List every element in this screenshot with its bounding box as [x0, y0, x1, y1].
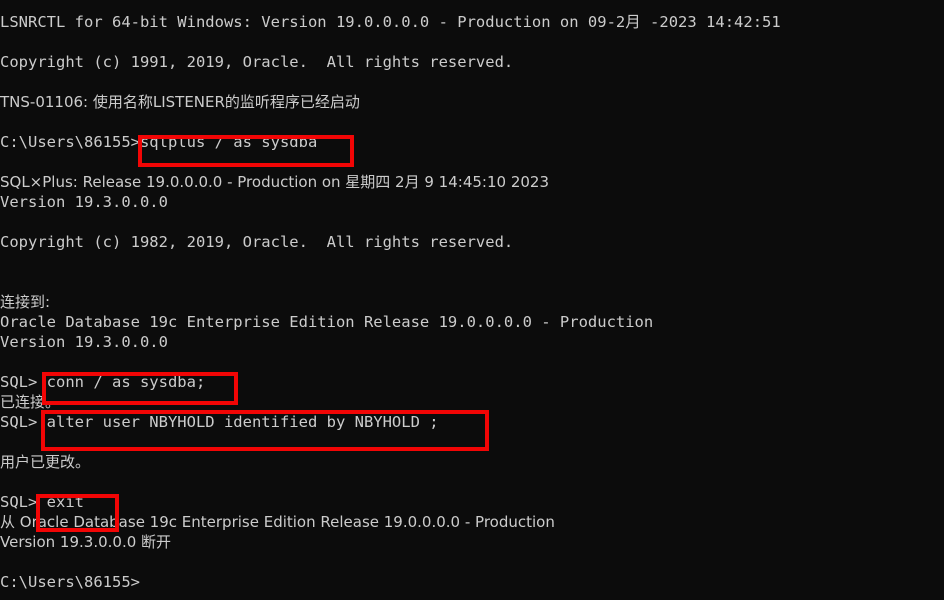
terminal-line: 从 Oracle Database 19c Enterprise Edition…: [0, 513, 555, 531]
terminal-output: LSNRCTL for 64-bit Windows: Version 19.0…: [0, 12, 944, 592]
terminal-line: LSNRCTL for 64-bit Windows: Version 19.0…: [0, 13, 781, 31]
terminal-line: Version 19.3.0.0.0: [0, 333, 168, 351]
terminal-line-command-conn: SQL> conn / as sysdba;: [0, 373, 206, 391]
terminal-prompt: C:\Users\86155>: [0, 573, 140, 591]
terminal-line: TNS-01106: 使用名称LISTENER的监听程序已经启动: [0, 93, 360, 111]
terminal-line: 已连接。: [0, 393, 61, 411]
terminal-line: Oracle Database 19c Enterprise Edition R…: [0, 313, 654, 331]
terminal-line-command-exit: SQL> exit: [0, 493, 84, 511]
terminal-window[interactable]: LSNRCTL for 64-bit Windows: Version 19.0…: [0, 0, 944, 600]
terminal-line: Version 19.3.0.0.0: [0, 193, 168, 211]
terminal-line: Copyright (c) 1991, 2019, Oracle. All ri…: [0, 53, 514, 71]
terminal-line-command-alter-user: SQL> alter user NBYHOLD identified by NB…: [0, 413, 439, 431]
terminal-line-command-sqlplus: C:\Users\86155>sqlplus / as sysdba: [0, 133, 318, 151]
terminal-line: Copyright (c) 1982, 2019, Oracle. All ri…: [0, 233, 514, 251]
terminal-line: Version 19.3.0.0.0 断开: [0, 533, 172, 551]
terminal-line: SQL×Plus: Release 19.0.0.0.0 - Productio…: [0, 173, 549, 191]
terminal-line: 用户已更改。: [0, 453, 91, 471]
terminal-line: 连接到:: [0, 293, 51, 311]
